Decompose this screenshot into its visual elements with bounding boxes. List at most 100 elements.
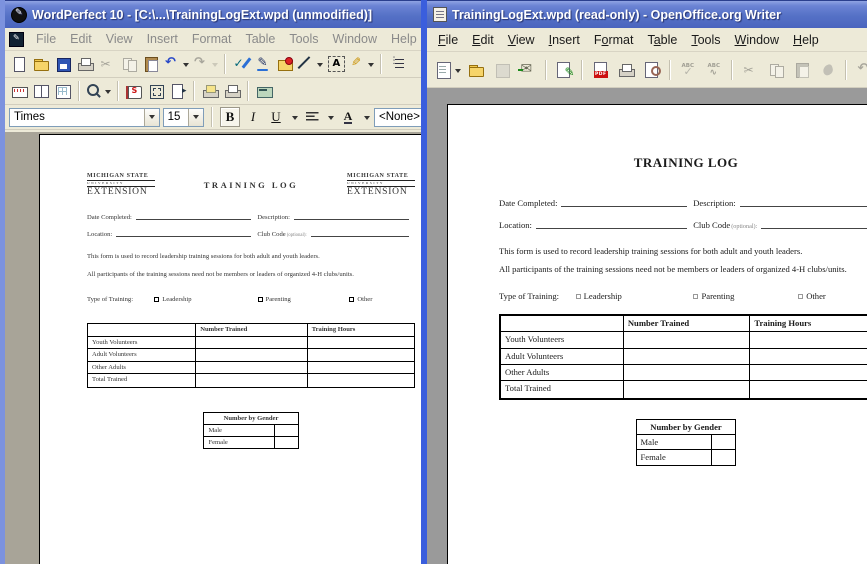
cut-button[interactable] <box>96 53 118 75</box>
page-setup-button[interactable] <box>167 80 189 102</box>
highlighter-dropdown-icon[interactable] <box>368 63 374 70</box>
format-paintbrush-button[interactable] <box>815 57 841 83</box>
wp-title-bar[interactable]: WordPerfect 10 - [C:\...\TrainingLogExt.… <box>5 0 428 28</box>
menu-view[interactable]: View <box>501 31 542 49</box>
menu-file[interactable]: File <box>431 31 465 49</box>
open-button[interactable] <box>463 57 489 83</box>
toolbar-separator <box>117 81 119 101</box>
menu-edit[interactable]: Edit <box>63 30 99 48</box>
toolbar-separator <box>224 54 226 74</box>
undo-dropdown-icon[interactable] <box>183 63 189 70</box>
page-preview-button[interactable] <box>639 57 665 83</box>
wp-form: MICHIGAN STATE UNIVERSITY EXTENSION TRAI… <box>40 135 428 449</box>
menu-format[interactable]: Format <box>185 30 239 48</box>
font-attributes-button[interactable]: A <box>338 107 358 127</box>
draw-line-dropdown-icon[interactable] <box>317 63 323 70</box>
menu-help[interactable]: Help <box>384 30 424 48</box>
font-attributes-dropdown-icon[interactable] <box>364 116 370 123</box>
format-ruler-button[interactable] <box>8 80 30 102</box>
zoom-dropdown-icon[interactable] <box>105 90 111 97</box>
menu-window[interactable]: Window <box>728 31 786 49</box>
new-document-dropdown-icon[interactable] <box>455 69 461 76</box>
text-box-icon <box>328 56 345 72</box>
cut-button[interactable] <box>737 57 763 83</box>
export-pdf-button[interactable] <box>587 57 613 83</box>
spell-reference-book-button[interactable] <box>123 80 145 102</box>
menu-insert[interactable]: Insert <box>542 31 587 49</box>
highlighter-button[interactable] <box>347 53 376 75</box>
table-cell-empty <box>624 349 751 365</box>
menu-edit[interactable]: Edit <box>465 31 501 49</box>
open-button[interactable] <box>30 53 52 75</box>
form-paragraph-1: This form is used to record leadership t… <box>87 253 415 260</box>
quickcorrect-pen-button[interactable] <box>252 53 274 75</box>
print-envelope-button[interactable] <box>199 80 221 102</box>
bold-button[interactable]: B <box>220 107 240 127</box>
italic-button[interactable]: I <box>243 107 263 127</box>
undo-button[interactable] <box>851 57 867 83</box>
wp-document-icon[interactable] <box>9 32 24 47</box>
zoom-button[interactable] <box>84 80 113 102</box>
description-line <box>740 200 867 207</box>
browse-documents-button[interactable] <box>274 53 296 75</box>
date-completed-line <box>561 200 687 207</box>
type-of-training-label: Type of Training: <box>499 291 559 301</box>
redo-dropdown-icon[interactable] <box>212 63 218 70</box>
autospellcheck-button[interactable] <box>701 57 727 83</box>
menu-view[interactable]: View <box>99 30 140 48</box>
menu-format[interactable]: Format <box>587 31 641 49</box>
save-button[interactable] <box>489 57 515 83</box>
email-document-button[interactable] <box>515 57 541 83</box>
menu-window[interactable]: Window <box>326 30 384 48</box>
full-page-view-button[interactable] <box>145 80 167 102</box>
menu-insert[interactable]: Insert <box>140 30 185 48</box>
document-title: TRAINING LOG <box>155 180 347 190</box>
text-box-button[interactable] <box>325 53 347 75</box>
menu-tools[interactable]: Tools <box>282 30 325 48</box>
numbered-list-button[interactable] <box>386 53 408 75</box>
menu-tools[interactable]: Tools <box>684 31 727 49</box>
paste-button[interactable] <box>789 57 815 83</box>
menu-help[interactable]: Help <box>786 31 826 49</box>
font-size-combo[interactable]: 15 <box>163 108 204 127</box>
paste-button[interactable] <box>140 53 162 75</box>
wp-standard-toolbar <box>5 51 428 78</box>
edit-file-button[interactable] <box>551 57 577 83</box>
font-size-dropdown-icon[interactable] <box>188 109 203 126</box>
oo-document-page[interactable]: TRAINING LOG Date Completed: Description… <box>447 104 867 564</box>
style-combo[interactable]: <None> <box>374 108 424 127</box>
proofread-button[interactable] <box>230 53 252 75</box>
multi-page-view-button[interactable] <box>52 80 74 102</box>
wordperfect-window: WordPerfect 10 - [C:\...\TrainingLogExt.… <box>0 0 428 564</box>
menu-file[interactable]: File <box>29 30 63 48</box>
print-envelope-icon <box>202 83 219 99</box>
fax-button[interactable] <box>253 80 275 102</box>
copy-button[interactable] <box>763 57 789 83</box>
justification-dropdown-icon[interactable] <box>328 116 334 123</box>
new-document-icon <box>435 62 452 78</box>
form-paragraph-1: This form is used to record leadership t… <box>499 246 867 256</box>
wp-document-page[interactable]: MICHIGAN STATE UNIVERSITY EXTENSION TRAI… <box>39 134 428 564</box>
font-face-dropdown-icon[interactable] <box>144 109 159 126</box>
print-document-button[interactable] <box>221 80 243 102</box>
toolbar-separator <box>731 60 733 80</box>
spellcheck-button[interactable] <box>675 57 701 83</box>
justification-button[interactable] <box>302 107 322 127</box>
new-document-button[interactable] <box>434 57 463 83</box>
print-button[interactable] <box>74 53 96 75</box>
menu-table[interactable]: Table <box>238 30 282 48</box>
font-face-combo[interactable]: Times <box>9 108 160 127</box>
save-button[interactable] <box>52 53 74 75</box>
underline-dropdown-icon[interactable] <box>292 116 298 123</box>
oo-title-bar[interactable]: TrainingLogExt.wpd (read-only) - OpenOff… <box>427 0 867 28</box>
date-completed-label: Date Completed: <box>499 198 557 208</box>
draw-line-button[interactable] <box>296 53 325 75</box>
two-page-view-button[interactable] <box>30 80 52 102</box>
menu-table[interactable]: Table <box>640 31 684 49</box>
copy-button[interactable] <box>118 53 140 75</box>
undo-button[interactable] <box>162 53 191 75</box>
new-document-button[interactable] <box>8 53 30 75</box>
print-button[interactable] <box>613 57 639 83</box>
underline-button[interactable]: U <box>266 107 286 127</box>
redo-button[interactable] <box>191 53 220 75</box>
